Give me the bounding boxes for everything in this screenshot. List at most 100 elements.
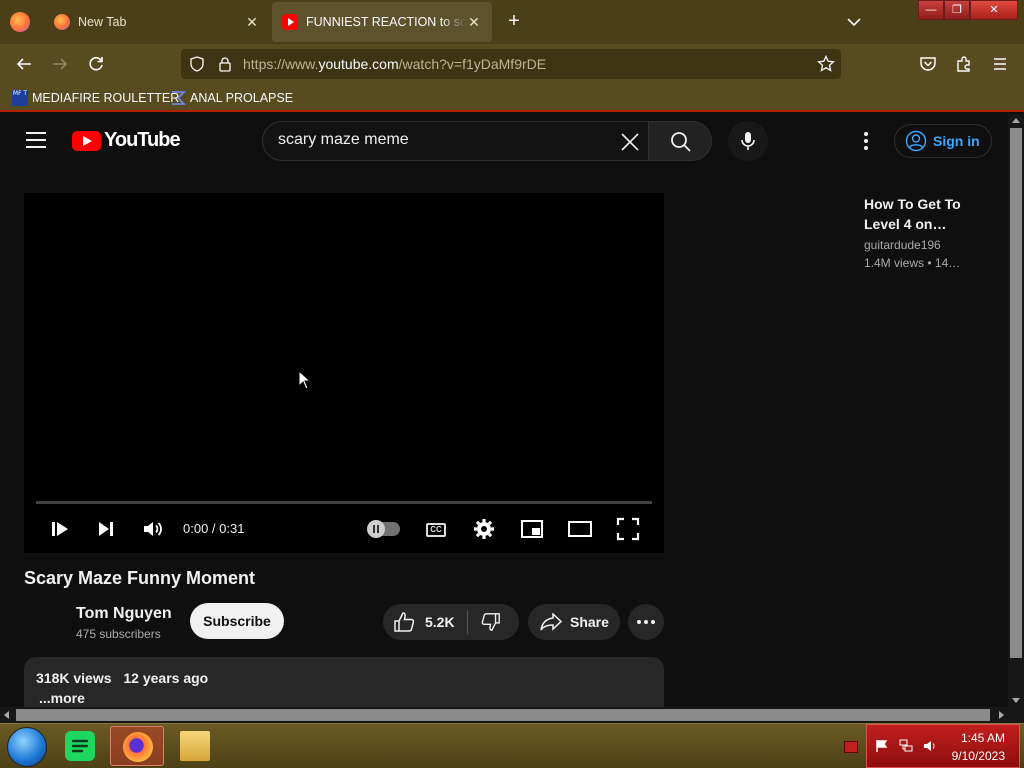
scroll-right-arrow-icon[interactable] — [999, 711, 1004, 719]
firefox-favicon-icon — [54, 14, 70, 30]
sigma-icon — [172, 91, 186, 105]
related-video-title[interactable]: How To Get To Level 4 on… — [864, 194, 994, 234]
more-actions-button[interactable] — [628, 604, 664, 640]
tracking-protection-shield-icon[interactable] — [189, 56, 205, 72]
tab-strip: New Tab ✕ FUNNIEST REACTION to scary maz… — [0, 0, 1024, 44]
subtitles-cc-icon[interactable]: CC — [426, 523, 446, 537]
reload-icon[interactable] — [87, 55, 105, 73]
bookmark-label: ANAL PROLAPSE — [190, 91, 294, 105]
settings-more-vert-icon[interactable] — [856, 130, 876, 152]
windows-taskbar: 1:45 AM 9/10/2023 — [0, 723, 1024, 768]
scrollbar-thumb[interactable] — [1010, 128, 1022, 658]
microphone-icon — [741, 132, 755, 150]
start-orb-icon[interactable] — [7, 727, 47, 767]
spotify-icon — [65, 731, 95, 761]
miniplayer-icon[interactable] — [520, 517, 544, 541]
video-title: Scary Maze Funny Moment — [24, 568, 256, 588]
lock-icon[interactable] — [217, 56, 233, 72]
url-text[interactable]: https://www.youtube.com/watch?v=f1yDaMf9… — [243, 56, 546, 72]
related-video-item[interactable]: How To Get To Level 4 on… guitardude196 … — [864, 194, 994, 270]
scroll-down-arrow-icon[interactable] — [1012, 698, 1020, 703]
fullscreen-icon[interactable] — [616, 517, 640, 541]
video-meta: 318K views 12 years ago — [36, 670, 208, 686]
volume-tray-icon[interactable] — [923, 739, 937, 753]
restore-icon[interactable]: ❐ — [944, 0, 970, 20]
close-window-icon[interactable]: ✕ — [970, 0, 1018, 20]
window-controls: — ❐ ✕ — [918, 0, 1020, 20]
share-button[interactable]: Share — [528, 604, 620, 640]
list-all-tabs-chevron-icon[interactable] — [846, 14, 862, 30]
next-video-icon[interactable] — [94, 517, 118, 541]
forward-arrow-icon[interactable] — [51, 55, 69, 73]
description-box[interactable]: 318K views 12 years ago ...more — [24, 657, 664, 707]
bookmark-item[interactable]: ANAL PROLAPSE — [170, 90, 293, 106]
play-pause-icon[interactable] — [48, 517, 72, 541]
more-horiz-icon — [637, 620, 655, 624]
app-menu-hamburger-icon[interactable] — [991, 55, 1009, 73]
extensions-puzzle-icon[interactable] — [955, 55, 973, 73]
guide-menu-icon[interactable] — [26, 132, 46, 148]
voice-search-button[interactable] — [728, 121, 768, 161]
search-icon — [671, 132, 691, 152]
search-button[interactable] — [648, 121, 712, 161]
like-count: 5.2K — [425, 614, 455, 630]
scroll-left-arrow-icon[interactable] — [4, 711, 9, 719]
upload-age: 12 years ago — [123, 670, 209, 686]
scroll-up-arrow-icon[interactable] — [1012, 118, 1020, 123]
progress-bar[interactable] — [36, 501, 652, 504]
new-tab-plus-icon[interactable]: + — [504, 11, 524, 32]
bookmark-item[interactable]: MF T MEDIAFIRE ROULETTER — [12, 90, 179, 106]
notification-icon[interactable] — [844, 741, 858, 753]
account-circle-icon — [905, 130, 927, 152]
mouse-cursor-icon — [298, 370, 312, 390]
search-box[interactable] — [262, 121, 648, 161]
back-arrow-icon[interactable] — [15, 55, 33, 73]
show-more-link[interactable]: ...more — [39, 690, 85, 706]
tab-youtube-video[interactable]: FUNNIEST REACTION to scary maze ✕ — [272, 2, 492, 42]
share-label: Share — [570, 614, 609, 630]
taskbar-app-firefox[interactable] — [110, 726, 164, 766]
share-arrow-icon — [540, 613, 562, 631]
volume-icon[interactable] — [141, 517, 165, 541]
search-input[interactable] — [278, 131, 598, 149]
sign-in-label: Sign in — [933, 133, 980, 149]
horizontal-scrollbar[interactable] — [0, 707, 1008, 723]
related-video-meta: 1.4M views • 14… — [864, 256, 994, 270]
youtube-wordmark: YouTube — [104, 129, 181, 151]
scrollbar-thumb[interactable] — [16, 709, 990, 721]
firefox-view-icon[interactable] — [10, 12, 30, 32]
mft-icon: MF T — [12, 90, 28, 106]
sign-in-button[interactable]: Sign in — [894, 124, 992, 158]
like-button[interactable]: 5.2K — [393, 612, 455, 632]
bookmarks-toolbar: MF T MEDIAFIRE ROULETTER ANAL PROLAPSE — [0, 84, 1024, 112]
pocket-icon[interactable] — [919, 55, 937, 73]
clear-search-icon[interactable] — [620, 132, 640, 152]
clock-date: 9/10/2023 — [951, 749, 1005, 763]
minimize-icon[interactable]: — — [918, 0, 944, 20]
settings-gear-icon[interactable] — [472, 517, 496, 541]
close-tab-icon[interactable]: ✕ — [244, 14, 260, 31]
youtube-logo[interactable]: YouTube — [72, 129, 181, 152]
taskbar-app-explorer[interactable] — [168, 726, 222, 766]
video-player[interactable]: 0:00 / 0:31 CC — [24, 193, 664, 553]
tab-new-tab[interactable]: New Tab ✕ — [44, 2, 270, 42]
network-icon[interactable] — [899, 739, 913, 753]
vertical-scrollbar[interactable] — [1008, 114, 1024, 707]
system-tray: 1:45 AM 9/10/2023 — [866, 724, 1020, 768]
time-display: 0:00 / 0:31 — [183, 521, 245, 536]
taskbar-clock[interactable]: 1:45 AM 9/10/2023 — [952, 729, 1005, 765]
autoplay-toggle[interactable] — [367, 520, 400, 538]
related-view-count: 1.4M views — [864, 256, 925, 270]
channel-name[interactable]: Tom Nguyen — [76, 605, 172, 623]
youtube-page: YouTube Sign in 0:00 / 0:31 CC Scary Maz… — [0, 114, 1008, 707]
url-bar[interactable]: https://www.youtube.com/watch?v=f1yDaMf9… — [181, 49, 841, 79]
action-center-flag-icon[interactable] — [875, 739, 889, 753]
taskbar-app-spotify[interactable] — [53, 726, 107, 766]
related-video-channel: guitardude196 — [864, 238, 941, 252]
close-tab-icon[interactable]: ✕ — [466, 14, 482, 31]
bookmark-star-icon[interactable] — [817, 55, 835, 73]
subscribe-button[interactable]: Subscribe — [190, 603, 284, 639]
theater-mode-icon[interactable] — [568, 517, 592, 541]
thumbs-down-icon[interactable] — [481, 612, 501, 632]
file-explorer-folder-icon — [180, 731, 210, 761]
